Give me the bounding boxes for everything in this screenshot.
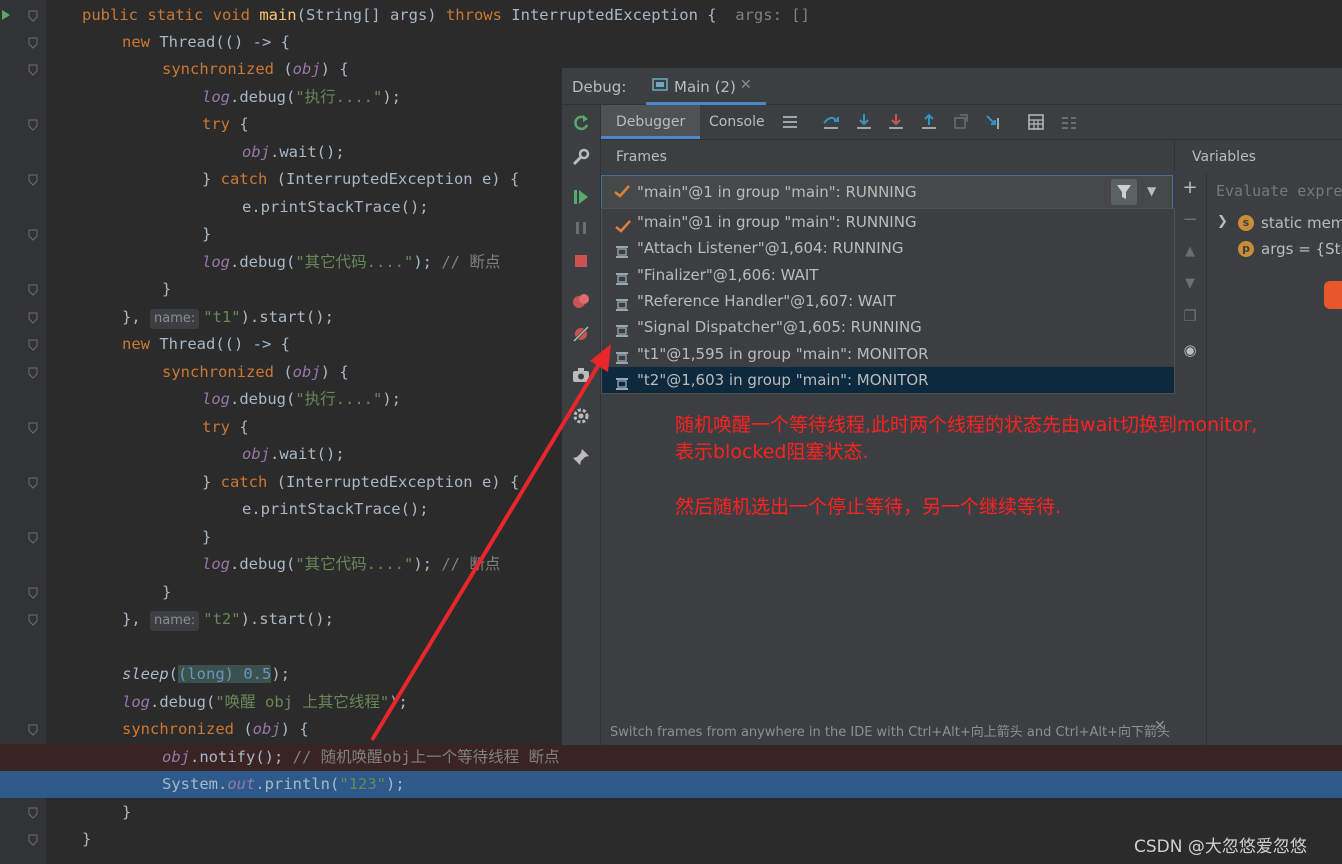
watermark: CSDN @大忽悠爱忽悠 — [1134, 837, 1307, 857]
annotation-arrow — [370, 344, 611, 742]
